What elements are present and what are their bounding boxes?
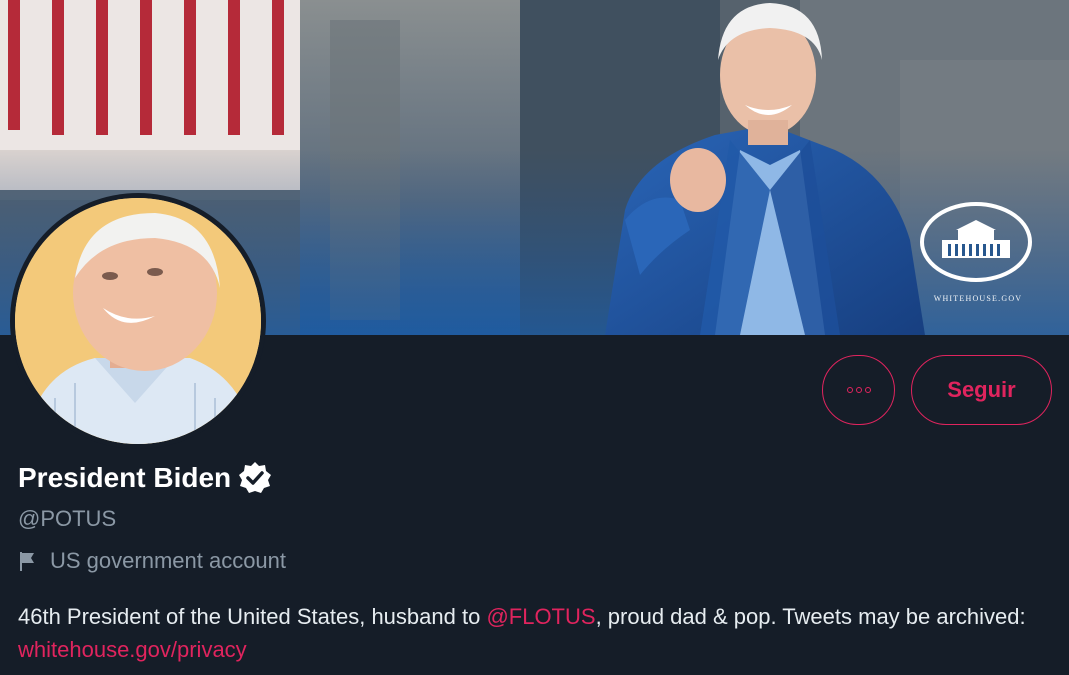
profile-page: WHITEHOUSE.GOV Seguir President Biden @P… [0, 0, 1069, 675]
profile-avatar[interactable] [10, 193, 266, 449]
avatar-photo [15, 198, 261, 444]
whitehouse-watermark: WHITEHOUSE.GOV [933, 294, 1023, 303]
account-type-label: US government account [18, 548, 286, 574]
display-name: President Biden [18, 462, 232, 493]
follow-button[interactable]: Seguir [911, 355, 1052, 425]
verified-badge-icon [237, 460, 273, 496]
profile-name-row: President Biden [18, 457, 273, 499]
profile-handle: @POTUS [18, 506, 117, 531]
profile-bio: 46th President of the United States, hus… [18, 600, 1058, 666]
bio-text-end: , proud dad & pop. Tweets may be archive… [595, 604, 1026, 629]
more-options-button[interactable] [822, 355, 895, 425]
privacy-link[interactable]: whitehouse.gov/privacy [18, 637, 247, 662]
account-type-text: US government account [50, 548, 287, 573]
more-horizontal-icon [846, 387, 871, 393]
flotus-mention-link[interactable]: @FLOTUS [486, 604, 595, 629]
flag-icon [18, 550, 36, 572]
bio-text-start: 46th President of the United States, hus… [18, 604, 487, 629]
